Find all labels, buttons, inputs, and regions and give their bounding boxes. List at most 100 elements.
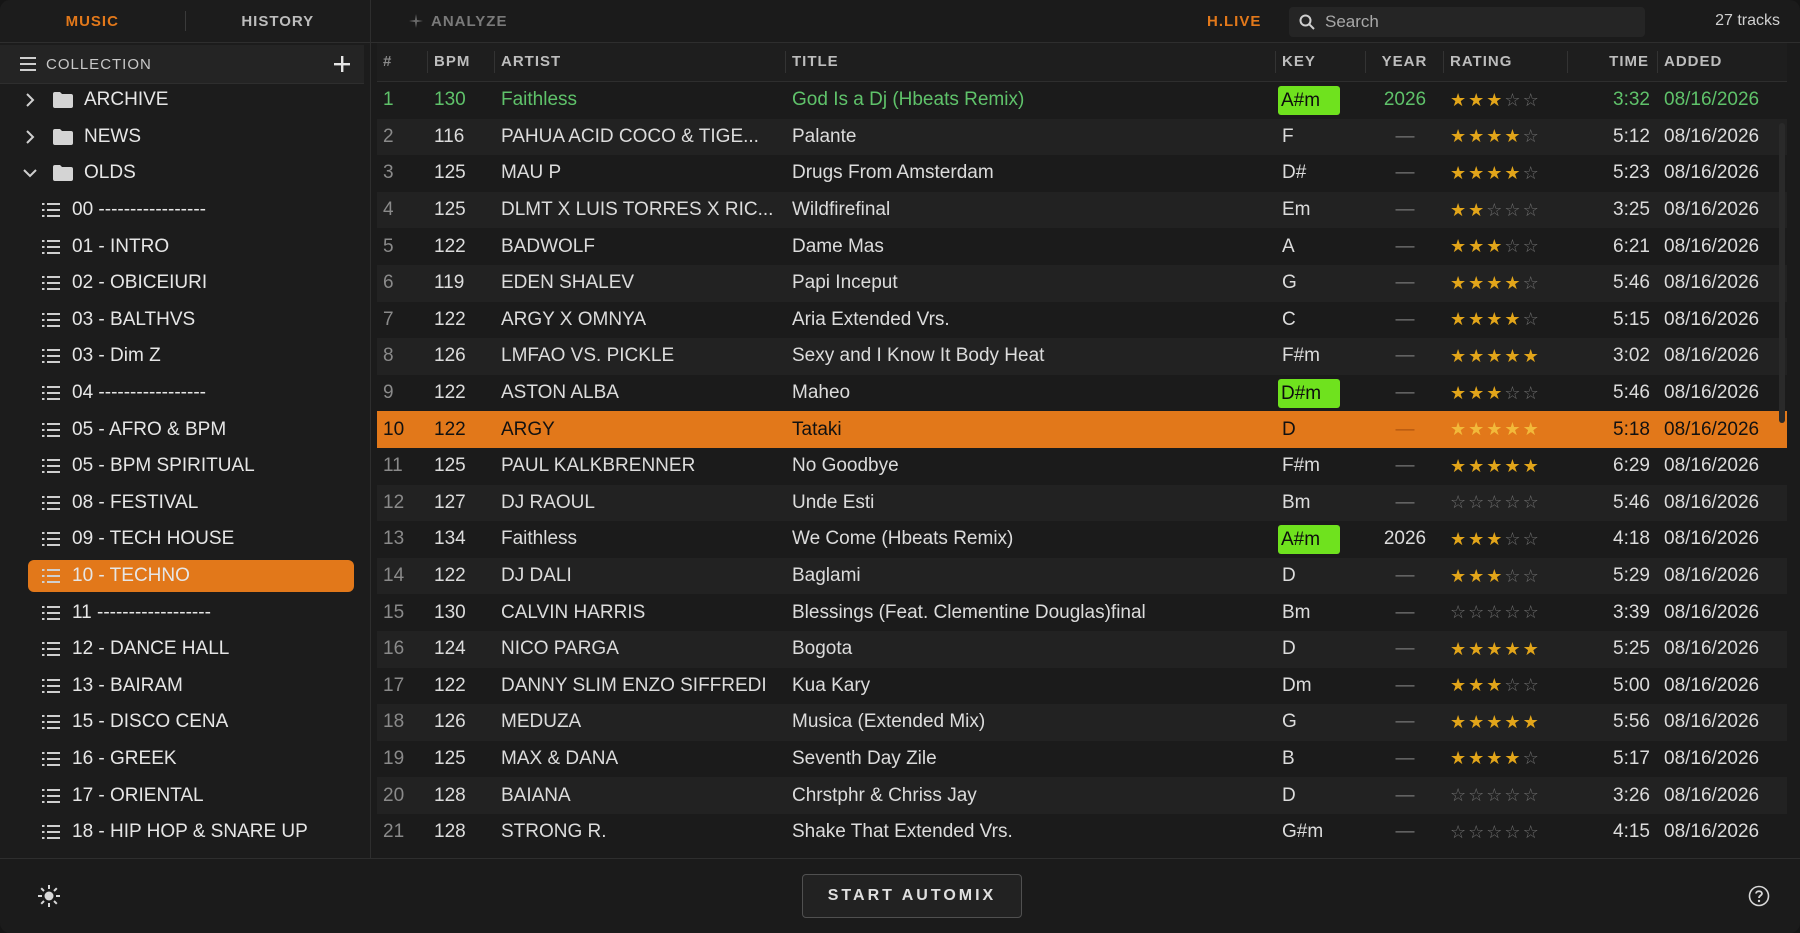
table-row[interactable]: 20 128 BAIANA Chrstphr & Chriss Jay D — ☆☆☆☆☆ 3… [377, 777, 1787, 814]
hlive-button[interactable]: H.LIVE [1207, 13, 1261, 30]
playlist-item[interactable]: 02 - OBICEIURI [0, 265, 370, 302]
help-icon[interactable] [1748, 885, 1770, 907]
cell-rating[interactable]: ★★★☆☆ [1444, 383, 1568, 404]
column-header-bpm[interactable]: BPM [428, 51, 495, 73]
table-row[interactable]: 6 119 EDEN SHALEV Papi Inceput G — ★★★★☆ 5:46 08… [377, 264, 1787, 302]
star-icon[interactable]: ☆ [1504, 236, 1522, 256]
star-icon[interactable]: ☆ [1523, 822, 1541, 842]
table-row[interactable]: 8 126 LMFAO VS. PICKLE Sexy and I Know It B… [377, 338, 1787, 375]
column-header-number[interactable]: # [377, 51, 428, 73]
column-header-time[interactable]: TIME [1568, 51, 1658, 73]
star-icon[interactable]: ★ [1468, 456, 1486, 476]
playlist-item[interactable]: 13 - BAIRAM [0, 668, 370, 705]
table-row[interactable]: 13 134 Faithless We Come (Hbeats Remix) A#m 2… [377, 521, 1787, 558]
star-icon[interactable]: ☆ [1450, 785, 1468, 805]
cell-rating[interactable]: ★★★★☆ [1444, 309, 1568, 330]
table-row[interactable]: 7 122 ARGY X OMNYA Aria Extended Vrs. C — ★★★★… [377, 301, 1787, 339]
star-icon[interactable]: ★ [1504, 639, 1522, 659]
star-icon[interactable]: ★ [1523, 712, 1541, 732]
star-icon[interactable]: ★ [1468, 273, 1486, 293]
star-icon[interactable]: ★ [1504, 273, 1522, 293]
star-icon[interactable]: ☆ [1523, 602, 1541, 622]
column-header-rating[interactable]: RATING [1444, 51, 1568, 73]
playlist-item[interactable]: 09 - TECH HOUSE [0, 521, 370, 558]
folder-archive[interactable]: ARCHIVE [0, 82, 370, 119]
star-icon[interactable]: ★ [1450, 383, 1468, 403]
cell-rating[interactable]: ★★★★☆ [1444, 163, 1568, 184]
star-icon[interactable]: ☆ [1486, 492, 1504, 512]
star-icon[interactable]: ★ [1468, 639, 1486, 659]
star-icon[interactable]: ☆ [1486, 822, 1504, 842]
cell-rating[interactable]: ★★★☆☆ [1444, 566, 1568, 587]
star-icon[interactable]: ★ [1486, 712, 1504, 732]
star-icon[interactable]: ★ [1486, 748, 1504, 768]
star-icon[interactable]: ☆ [1504, 492, 1522, 512]
table-row[interactable]: 11 125 PAUL KALKBRENNER No Goodbye F#m — ★★★★★… [377, 447, 1787, 485]
star-icon[interactable]: ☆ [1523, 492, 1541, 512]
table-row[interactable]: 3 125 MAU P Drugs From Amsterdam D# — ★★★★☆ 5:2… [377, 155, 1787, 192]
cell-rating[interactable]: ★★★★★ [1444, 456, 1568, 477]
star-icon[interactable]: ★ [1450, 90, 1468, 110]
search-input[interactable] [1323, 11, 1627, 33]
star-icon[interactable]: ★ [1486, 90, 1504, 110]
star-icon[interactable]: ☆ [1486, 785, 1504, 805]
star-icon[interactable]: ★ [1450, 456, 1468, 476]
cell-rating[interactable]: ☆☆☆☆☆ [1444, 602, 1568, 623]
star-icon[interactable]: ☆ [1486, 200, 1504, 220]
star-icon[interactable]: ★ [1486, 383, 1504, 403]
column-header-added[interactable]: ADDED [1658, 51, 1787, 73]
star-icon[interactable]: ★ [1504, 419, 1522, 439]
star-icon[interactable]: ☆ [1504, 529, 1522, 549]
chevron-right-icon[interactable] [22, 129, 38, 145]
star-icon[interactable]: ☆ [1504, 566, 1522, 586]
tab-history[interactable]: HISTORY [186, 13, 371, 30]
star-icon[interactable]: ★ [1450, 419, 1468, 439]
star-icon[interactable]: ☆ [1523, 309, 1541, 329]
star-icon[interactable]: ★ [1504, 712, 1522, 732]
star-icon[interactable]: ☆ [1523, 273, 1541, 293]
star-icon[interactable]: ★ [1468, 236, 1486, 256]
star-icon[interactable]: ☆ [1523, 126, 1541, 146]
star-icon[interactable]: ☆ [1523, 785, 1541, 805]
table-row[interactable]: 9 122 ASTON ALBA Maheo D#m — ★★★☆☆ 5:46 08/16/20… [377, 374, 1787, 412]
cell-rating[interactable]: ★★★☆☆ [1444, 675, 1568, 696]
playlist-item[interactable]: 12 - DANCE HALL [0, 631, 370, 668]
chevron-right-icon[interactable] [22, 92, 38, 108]
playlist-item[interactable]: 11 ------------------ [0, 594, 370, 631]
star-icon[interactable]: ☆ [1468, 492, 1486, 512]
star-icon[interactable]: ★ [1486, 419, 1504, 439]
star-icon[interactable]: ☆ [1450, 602, 1468, 622]
cell-rating[interactable]: ★★★★☆ [1444, 748, 1568, 769]
star-icon[interactable]: ★ [1450, 126, 1468, 146]
star-icon[interactable]: ☆ [1523, 163, 1541, 183]
cell-rating[interactable]: ★★★★★ [1444, 346, 1568, 367]
star-icon[interactable]: ★ [1504, 309, 1522, 329]
chevron-down-icon[interactable] [22, 165, 38, 181]
column-header-year[interactable]: YEAR [1366, 51, 1444, 73]
star-icon[interactable]: ★ [1523, 456, 1541, 476]
star-icon[interactable]: ★ [1468, 529, 1486, 549]
star-icon[interactable]: ★ [1504, 163, 1522, 183]
column-header-artist[interactable]: ARTIST [495, 51, 786, 73]
star-icon[interactable]: ★ [1504, 456, 1522, 476]
star-icon[interactable]: ★ [1450, 566, 1468, 586]
star-icon[interactable]: ☆ [1468, 822, 1486, 842]
playlist-item[interactable]: 16 - GREEK [0, 741, 370, 778]
star-icon[interactable]: ★ [1468, 90, 1486, 110]
cell-rating[interactable]: ★★★☆☆ [1444, 529, 1568, 550]
cell-rating[interactable]: ★★★★★ [1444, 419, 1568, 440]
star-icon[interactable]: ★ [1504, 748, 1522, 768]
playlist-item[interactable]: 00 ----------------- [0, 192, 370, 229]
star-icon[interactable]: ☆ [1504, 383, 1522, 403]
playlist-item[interactable]: 03 - BALTHVS [0, 302, 370, 339]
table-row[interactable]: 12 127 DJ RAOUL Unde Esti Bm — ☆☆☆☆☆ 5:46 08/16/… [377, 484, 1787, 522]
table-row[interactable]: 2 116 PAHUA ACID COCO & TIGE... Palante F — ★★… [377, 118, 1787, 156]
star-icon[interactable]: ☆ [1504, 90, 1522, 110]
star-icon[interactable]: ★ [1468, 675, 1486, 695]
star-icon[interactable]: ★ [1486, 456, 1504, 476]
star-icon[interactable]: ★ [1450, 163, 1468, 183]
tab-music[interactable]: MUSIC [0, 13, 185, 30]
star-icon[interactable]: ★ [1450, 675, 1468, 695]
playlist-item[interactable]: 03 - Dim Z [0, 338, 370, 375]
table-row[interactable]: 16 124 NICO PARGA Bogota D — ★★★★★ 5:25 08/16/20… [377, 630, 1787, 668]
